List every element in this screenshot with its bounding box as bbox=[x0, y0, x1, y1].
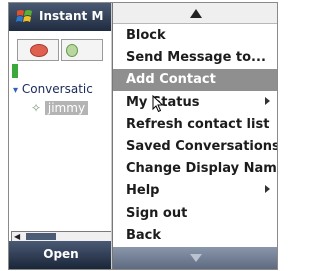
menu-item-help[interactable]: Help bbox=[113, 180, 277, 202]
contact-icon bbox=[66, 44, 78, 57]
menu-item-label: Back bbox=[126, 227, 162, 243]
menu-scroll-down[interactable] bbox=[113, 247, 277, 269]
menu-item-label: Saved Conversations bbox=[126, 139, 278, 154]
menu-item-label: Add Contact bbox=[126, 72, 216, 88]
contact-item[interactable]: ✧ jimmy bbox=[31, 101, 89, 115]
submenu-arrow-icon bbox=[265, 185, 270, 194]
triangle-up-icon bbox=[189, 9, 202, 18]
device-screen: Instant M ▾ Conversatic ✧ jimmy ◀ Open B… bbox=[8, 2, 278, 270]
tab-messenger[interactable] bbox=[17, 39, 59, 61]
menu-item-label: Sign out bbox=[126, 205, 188, 221]
open-softkey[interactable]: Open bbox=[9, 247, 113, 261]
menu-item-back[interactable]: Back bbox=[113, 225, 277, 247]
menu-item-block[interactable]: Block bbox=[113, 25, 277, 47]
windows-start-icon[interactable] bbox=[16, 8, 34, 26]
window-title: Instant M bbox=[39, 9, 104, 23]
menu-item-add-contact[interactable]: Add Contact bbox=[113, 69, 277, 92]
submenu-arrow-icon bbox=[265, 96, 270, 105]
menu-item-change-display-name[interactable]: Change Display Name bbox=[113, 158, 278, 180]
mouse-pointer-icon bbox=[152, 95, 164, 113]
menu-item-sign-out[interactable]: Sign out bbox=[113, 203, 277, 225]
status-indicator bbox=[12, 64, 18, 78]
chevron-down-icon: ▾ bbox=[13, 85, 19, 96]
menu-item-label: Block bbox=[126, 28, 166, 43]
messenger-icon bbox=[30, 44, 48, 57]
buddy-icon: ✧ bbox=[31, 101, 42, 115]
menu-item-label: Help bbox=[126, 183, 160, 199]
conversations-label: Conversatic bbox=[21, 82, 93, 96]
context-menu: Block Send Message to... Add Contact My Sta… bbox=[112, 3, 278, 269]
menu-item-refresh-contact-list[interactable]: Refresh contact list bbox=[113, 114, 277, 136]
menu-scroll-up[interactable] bbox=[113, 3, 277, 24]
tab-second[interactable] bbox=[61, 39, 103, 61]
menu-item-label: Send Message to... bbox=[126, 50, 266, 66]
conversations-group[interactable]: ▾ Conversatic bbox=[13, 82, 93, 96]
menu-item-my-status[interactable]: My Status bbox=[113, 92, 277, 114]
menu-item-saved-conversations[interactable]: Saved Conversations bbox=[113, 136, 278, 158]
contact-name: jimmy bbox=[44, 101, 89, 115]
menu-item-label: Change Display Name bbox=[126, 161, 278, 177]
menu-item-send-message-to[interactable]: Send Message to... bbox=[113, 47, 277, 69]
scrollbar-thumb[interactable] bbox=[26, 233, 56, 240]
menu-item-label: Refresh contact list bbox=[126, 116, 270, 132]
triangle-down-icon bbox=[189, 254, 202, 262]
